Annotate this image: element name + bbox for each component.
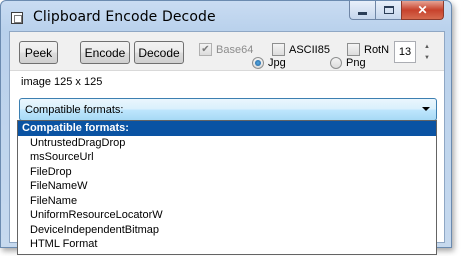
chevron-down-icon[interactable] [422,107,430,111]
base64-label: Base64 [216,44,254,56]
combobox-selected-value: Compatible formats: [25,103,124,116]
rotn-spinner: ▲ ▼ [420,41,434,63]
title-bar[interactable]: Clipboard Encode Decode ✕ [1,1,451,31]
png-radio[interactable] [330,57,342,69]
spin-down-icon[interactable]: ▼ [420,52,434,63]
minimize-button[interactable] [349,1,375,20]
base64-checkbox[interactable]: ✔ [199,43,212,56]
image-info-text: image 125 x 125 [21,76,103,88]
dropdown-item[interactable]: UniformResourceLocatorW [18,208,436,223]
ascii85-label: ASCII85 [289,44,330,56]
rotn-checkbox[interactable] [347,43,360,56]
close-button[interactable]: ✕ [401,1,444,20]
dropdown-item[interactable]: FileName [18,194,436,209]
dropdown-item[interactable]: msSourceUrl [18,150,436,165]
caption-buttons: ✕ [349,1,444,21]
rotn-label: RotN [364,44,390,56]
dropdown-item[interactable]: HTML Format [18,237,436,252]
dropdown-item[interactable]: FileNameW [18,179,436,194]
ascii85-checkbox[interactable] [272,43,285,56]
dropdown-item[interactable]: UntrustedDragDrop [18,136,436,151]
close-icon: ✕ [417,3,428,17]
decode-button[interactable]: Decode [134,41,184,64]
formats-combobox[interactable]: Compatible formats: [19,98,437,121]
minimize-icon [358,11,367,15]
spin-up-icon[interactable]: ▲ [420,41,434,52]
app-icon [11,12,23,24]
toolbar: Peek Encode Decode ✔ Base64 ASCII85 Jpg … [10,32,444,71]
dropdown-item[interactable]: FileDrop [18,165,436,180]
window-title: Clipboard Encode Decode [33,9,216,25]
formats-dropdown-list: Compatible formats: UntrustedDragDrop ms… [17,120,437,255]
peek-button[interactable]: Peek [19,41,58,64]
maximize-icon [383,6,394,14]
maximize-button[interactable] [375,1,401,20]
png-label: Png [346,57,366,69]
rotn-value-field[interactable]: 13 [394,41,416,63]
encode-button[interactable]: Encode [80,41,130,64]
jpg-radio[interactable] [252,57,264,69]
dropdown-item[interactable]: Compatible formats: [18,121,436,136]
jpg-label: Jpg [268,57,286,69]
dropdown-item[interactable]: DeviceIndependentBitmap [18,223,436,238]
